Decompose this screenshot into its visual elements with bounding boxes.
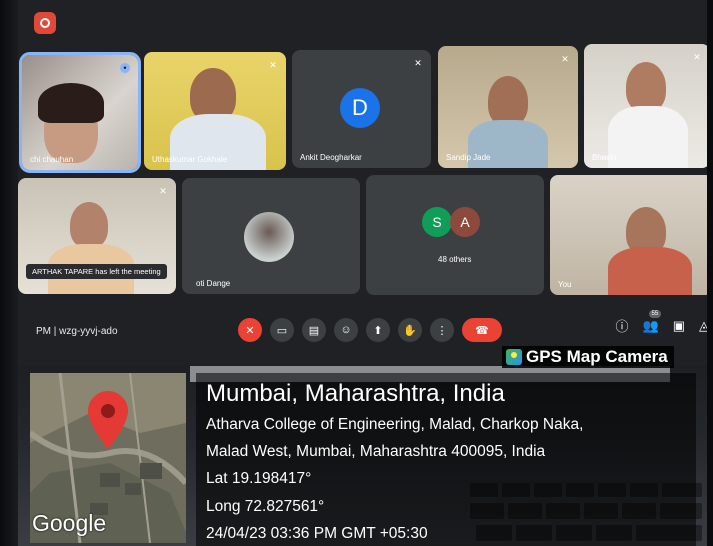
meet-window: • chi chauhan ✕ Uthaskumar Gokhale D ✕ A… bbox=[18, 0, 713, 365]
gps-camera-name: GPS Map Camera bbox=[526, 347, 668, 366]
avatar: D bbox=[340, 88, 380, 128]
participant-name: Ankit Deogharkar bbox=[300, 153, 362, 162]
participant-video bbox=[584, 44, 710, 168]
participant-tile-5[interactable]: ✕ Bhavin bbox=[584, 44, 710, 168]
mic-off-icon: ✕ bbox=[561, 54, 569, 64]
speaking-icon: • bbox=[120, 63, 130, 73]
camera-button[interactable]: ▭ bbox=[270, 318, 294, 342]
gps-camera-icon bbox=[506, 349, 522, 365]
meeting-details: PM | wzg-yyvj-ado bbox=[36, 326, 118, 337]
participant-name: Bhavin bbox=[592, 153, 617, 162]
participant-video bbox=[550, 175, 713, 295]
participant-video bbox=[144, 52, 286, 170]
participant-tile-2[interactable]: ✕ Uthaskumar Gokhale bbox=[144, 52, 286, 170]
present-button[interactable]: ⬆ bbox=[366, 318, 390, 342]
participant-tile-4[interactable]: ✕ Sandip Jade bbox=[438, 46, 578, 168]
photo-right-edge bbox=[707, 0, 713, 546]
avatar: S bbox=[422, 207, 452, 237]
mic-off-icon: ✕ bbox=[269, 60, 277, 70]
end-call-button[interactable]: ☎ bbox=[462, 318, 502, 342]
participant-name: chi chauhan bbox=[30, 155, 74, 164]
participant-tile-others[interactable]: S A 48 others bbox=[366, 175, 544, 295]
map-pin-icon bbox=[88, 391, 128, 449]
participant-video bbox=[438, 46, 578, 168]
more-options-button[interactable]: ⋮ bbox=[430, 318, 454, 342]
participant-name: Sandip Jade bbox=[446, 153, 491, 162]
chat-icon[interactable]: ▣ bbox=[673, 318, 685, 334]
participant-video bbox=[22, 55, 138, 170]
participant-tile-self[interactable]: You bbox=[550, 175, 713, 295]
meet-topbar bbox=[34, 10, 66, 36]
record-icon[interactable] bbox=[34, 12, 56, 34]
participant-name: oti Dange bbox=[196, 279, 231, 288]
avatar: A bbox=[450, 207, 480, 237]
mic-off-icon: ✕ bbox=[414, 58, 422, 68]
emoji-button[interactable]: ☺ bbox=[334, 318, 358, 342]
participant-count-badge: 55 bbox=[648, 309, 662, 318]
photo-frame: • chi chauhan ✕ Uthaskumar Gokhale D ✕ A… bbox=[0, 0, 713, 546]
mic-off-icon: ✕ bbox=[159, 186, 167, 196]
gps-camera-label: GPS Map Camera bbox=[502, 346, 674, 368]
participant-name: Uthaskumar Gokhale bbox=[152, 155, 228, 164]
photo-left-edge bbox=[0, 0, 18, 546]
mic-off-icon: ✕ bbox=[693, 52, 701, 62]
longitude: Long 72.827561° bbox=[206, 498, 325, 515]
people-icon[interactable]: 👥 55 bbox=[643, 309, 662, 334]
latitude: Lat 19.198417° bbox=[206, 470, 312, 487]
mic-off-button[interactable]: ✕ bbox=[238, 318, 262, 342]
participant-name: You bbox=[558, 280, 572, 289]
address-line-2: Malad West, Mumbai, Maharashtra 400095, … bbox=[206, 443, 546, 460]
address-line-1: Atharva College of Engineering, Malad, C… bbox=[206, 416, 584, 433]
info-icon[interactable]: ⓘ bbox=[616, 316, 629, 335]
location-title: Mumbai, Maharashtra, India bbox=[206, 380, 505, 407]
google-logo: Google bbox=[32, 510, 107, 536]
meet-side-icons: ⓘ 👥 55 ▣ ◬ bbox=[616, 309, 709, 335]
call-controls: ✕ ▭ ▤ ☺ ⬆ ✋ ⋮ ☎ bbox=[238, 318, 502, 342]
left-meeting-toast: ARTHAK TAPARE has left the meeting bbox=[26, 264, 167, 279]
profile-photo bbox=[244, 212, 294, 262]
others-count: 48 others bbox=[438, 255, 472, 264]
participant-tile-1[interactable]: • chi chauhan bbox=[19, 52, 141, 173]
location-map: Google bbox=[30, 373, 186, 543]
timestamp: 24/04/23 03:36 PM GMT +05:30 bbox=[206, 525, 428, 542]
raise-hand-button[interactable]: ✋ bbox=[398, 318, 422, 342]
captions-button[interactable]: ▤ bbox=[302, 318, 326, 342]
participant-tile-7[interactable]: oti Dange bbox=[182, 178, 360, 294]
participant-tile-3[interactable]: D ✕ Ankit Deogharkar bbox=[292, 50, 431, 168]
